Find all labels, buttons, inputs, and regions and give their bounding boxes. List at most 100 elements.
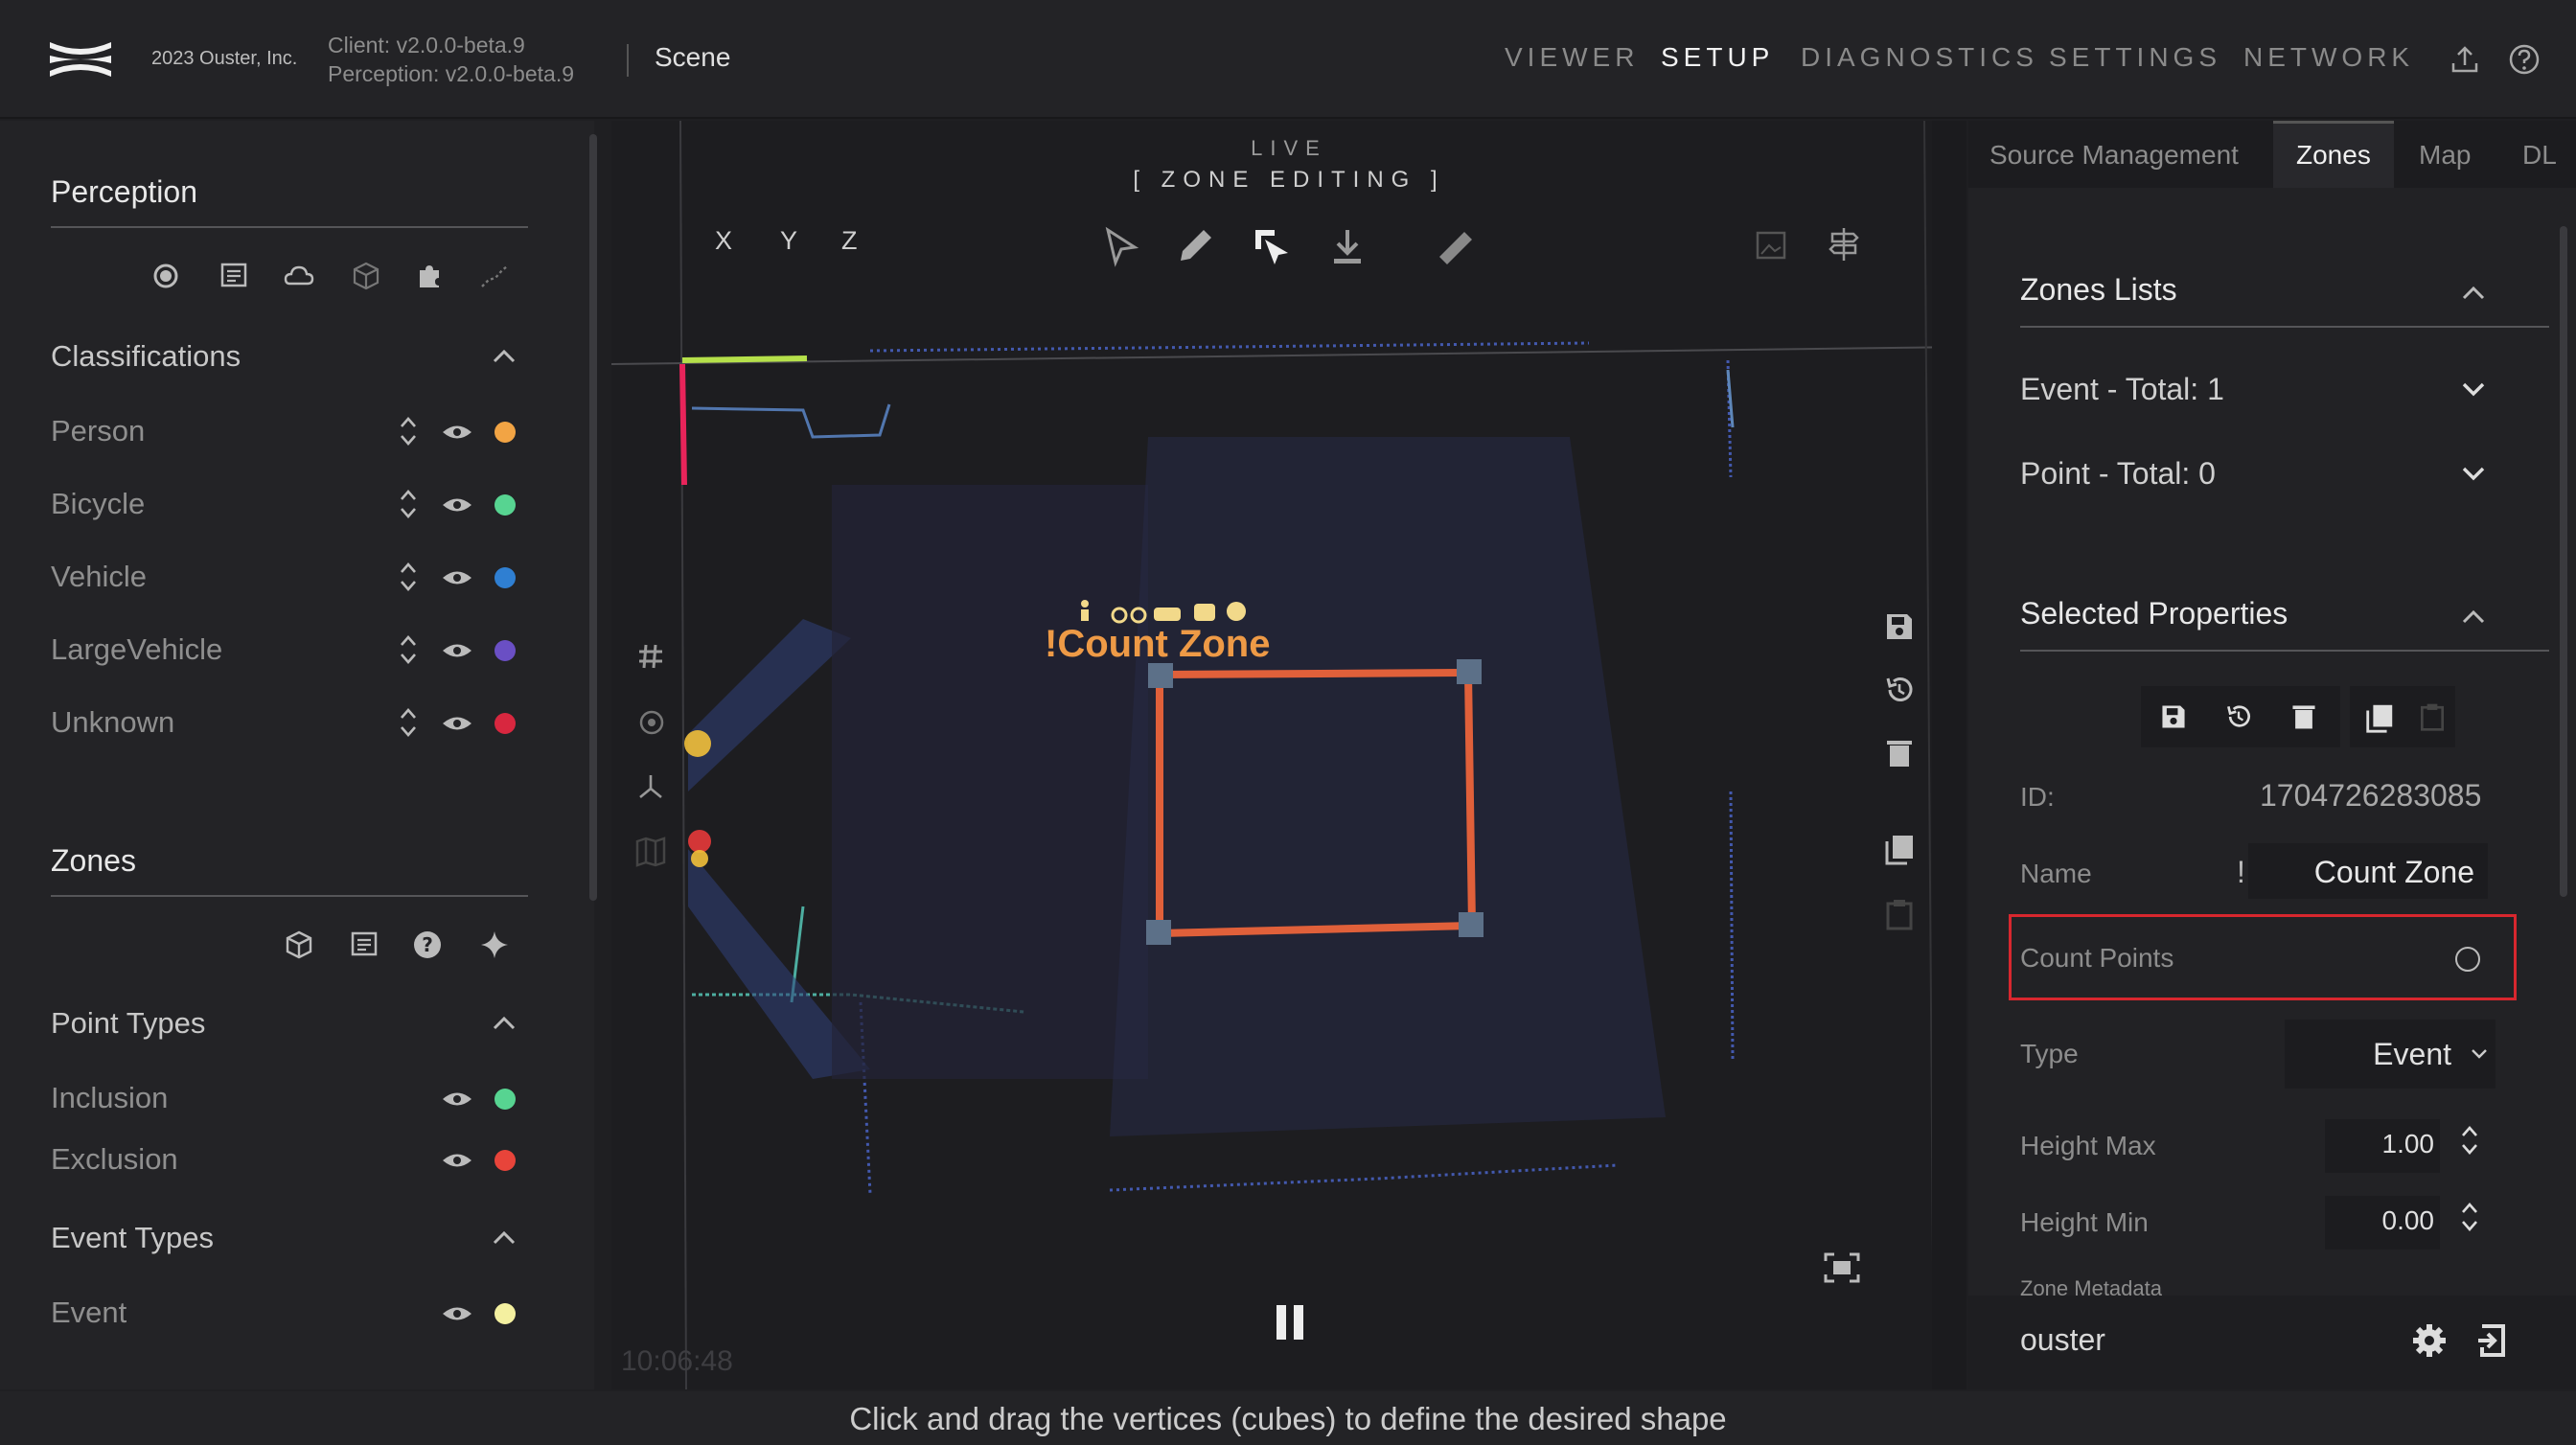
status-hint: Click and drag the vertices (cubes) to d… — [849, 1401, 1727, 1436]
sort-updown-icon[interactable] — [398, 558, 419, 596]
point-types-collapse-icon[interactable] — [491, 1014, 518, 1031]
zones-lists-collapse-icon[interactable] — [2459, 284, 2488, 301]
trash-icon[interactable] — [2288, 701, 2319, 732]
image-icon[interactable] — [1754, 228, 1788, 263]
right-panel-scrollbar[interactable] — [2560, 226, 2567, 897]
eye-icon[interactable] — [441, 713, 473, 734]
tab-map[interactable]: Map — [2419, 140, 2471, 171]
height-min-input[interactable]: 0.00 — [2325, 1196, 2440, 1250]
zone-label[interactable]: !Count Zone — [1045, 623, 1271, 666]
pencil-icon[interactable] — [1173, 224, 1217, 268]
class-label: Unknown — [51, 705, 175, 739]
class-color-dot[interactable] — [494, 494, 516, 516]
eye-icon[interactable] — [441, 422, 473, 443]
puzzle-icon[interactable] — [414, 261, 445, 291]
sort-updown-icon[interactable] — [398, 703, 419, 742]
tab-dl[interactable]: DL — [2522, 140, 2557, 171]
save-icon[interactable] — [2158, 701, 2189, 732]
height-max-input[interactable]: 1.00 — [2325, 1119, 2440, 1173]
sort-updown-icon[interactable] — [398, 631, 419, 669]
point-zones-row[interactable]: Point - Total: 0 — [2020, 456, 2216, 492]
fit-screen-icon[interactable] — [1823, 1251, 1861, 1284]
ruler-icon[interactable] — [1434, 226, 1476, 268]
axis-y-button[interactable]: Y — [780, 226, 797, 256]
nav-diagnostics[interactable]: DIAGNOSTICS — [1801, 42, 2038, 73]
sort-updown-icon[interactable] — [398, 412, 419, 450]
list-icon[interactable] — [349, 929, 380, 960]
history-icon[interactable] — [1882, 673, 1917, 707]
event-type-label: Event — [51, 1296, 127, 1329]
import-icon[interactable] — [1328, 226, 1367, 268]
class-color-dot[interactable] — [494, 640, 516, 661]
nav-viewer[interactable]: VIEWER — [1505, 42, 1639, 73]
paste-icon[interactable] — [2417, 701, 2448, 732]
point-icon[interactable] — [150, 261, 181, 291]
point-type-color-dot[interactable] — [494, 1150, 516, 1171]
eye-icon[interactable] — [441, 1150, 473, 1171]
class-color-dot[interactable] — [494, 422, 516, 443]
eye-icon[interactable] — [441, 640, 473, 661]
target-icon[interactable] — [638, 709, 665, 736]
nav-setup[interactable]: SETUP — [1661, 42, 1774, 73]
selected-properties-collapse-icon[interactable] — [2459, 608, 2488, 625]
point-type-color-dot[interactable] — [494, 1089, 516, 1110]
copy-icon[interactable] — [1882, 832, 1917, 866]
event-types-collapse-icon[interactable] — [491, 1228, 518, 1246]
name-prefix: ! — [2237, 855, 2245, 889]
pause-icon[interactable] — [1271, 1301, 1309, 1343]
sparkle-icon[interactable] — [479, 929, 510, 960]
eye-icon[interactable] — [441, 567, 473, 588]
ouster-logo-icon[interactable] — [48, 38, 113, 80]
grid-hash-icon[interactable] — [636, 642, 665, 671]
class-label: Bicycle — [51, 487, 146, 520]
nav-network[interactable]: NETWORK — [2243, 42, 2414, 73]
type-select[interactable]: Event — [2285, 1020, 2496, 1089]
eye-icon[interactable] — [441, 1303, 473, 1324]
height-max-stepper-icon[interactable] — [2459, 1121, 2480, 1159]
chevron-down-icon[interactable] — [2459, 466, 2488, 483]
event-type-color-dot[interactable] — [494, 1303, 516, 1324]
class-color-dot[interactable] — [494, 713, 516, 734]
history-icon[interactable] — [2223, 701, 2254, 732]
height-min-stepper-icon[interactable] — [2459, 1198, 2480, 1236]
classifications-collapse-icon[interactable] — [491, 347, 518, 364]
axis-z-button[interactable]: Z — [841, 226, 858, 256]
upload-icon[interactable] — [2448, 42, 2482, 77]
save-icon[interactable] — [1882, 609, 1917, 644]
nav-settings[interactable]: SETTINGS — [2049, 42, 2221, 73]
cloud-icon[interactable] — [284, 261, 314, 291]
zones-lists-divider — [2020, 326, 2549, 328]
map-icon[interactable] — [634, 836, 667, 868]
paste-icon[interactable] — [1882, 897, 1917, 931]
list-icon[interactable] — [218, 261, 249, 291]
cube-icon[interactable] — [351, 261, 381, 291]
class-color-dot[interactable] — [494, 567, 516, 588]
chevron-down-icon[interactable] — [2459, 381, 2488, 399]
event-zones-row[interactable]: Event - Total: 1 — [2020, 372, 2224, 407]
eye-icon[interactable] — [441, 494, 473, 516]
copy-icon[interactable] — [2363, 701, 2396, 734]
scene-viewport[interactable]: LIVE [ ZONE EDITING ] X Y Z !Count Zone … — [611, 121, 1966, 1389]
signpost-icon[interactable] — [1825, 224, 1863, 263]
name-input[interactable]: Count Zone — [2248, 843, 2488, 899]
clipboard-toolbar — [2350, 686, 2455, 747]
tab-zones[interactable]: Zones — [2296, 140, 2371, 171]
trash-icon[interactable] — [1882, 736, 1917, 770]
axes-icon[interactable] — [636, 772, 665, 801]
left-panel-scrollbar[interactable] — [589, 134, 597, 901]
point-cloud-scene[interactable] — [611, 121, 1966, 1389]
help-circle-icon[interactable]: ? — [412, 929, 443, 960]
select-pointer-icon[interactable] — [1100, 226, 1142, 268]
count-points-radio[interactable] — [2455, 947, 2480, 972]
gear-icon[interactable] — [2411, 1322, 2448, 1359]
logout-icon[interactable] — [2474, 1322, 2511, 1359]
vertex-edit-icon[interactable] — [1252, 226, 1294, 268]
help-icon[interactable] — [2507, 42, 2542, 77]
cube-icon[interactable] — [284, 929, 314, 960]
sort-updown-icon[interactable] — [398, 485, 419, 523]
eye-icon[interactable] — [441, 1089, 473, 1110]
tab-source-management[interactable]: Source Management — [1990, 140, 2239, 171]
axis-x-button[interactable]: X — [715, 226, 732, 256]
trajectory-icon[interactable] — [479, 261, 510, 291]
height-max-label: Height Max — [2020, 1131, 2156, 1160]
